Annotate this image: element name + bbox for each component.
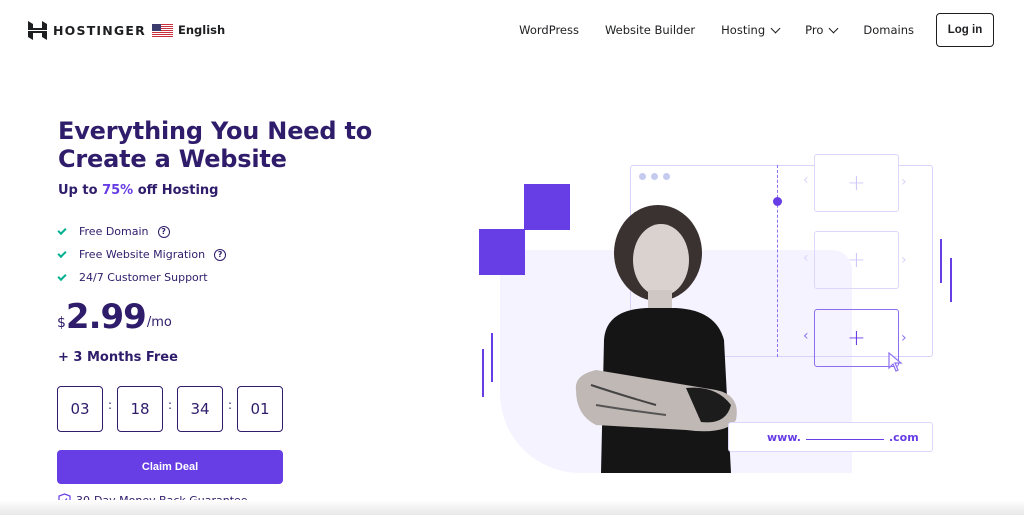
countdown-separator: : (227, 398, 233, 412)
decor-line (940, 239, 942, 283)
discount-percent: 75% (102, 183, 134, 198)
subtitle-suffix: off Hosting (133, 183, 219, 198)
help-icon[interactable]: ? (214, 248, 227, 261)
countdown-seconds: 01 (237, 386, 283, 432)
check-icon (57, 271, 67, 281)
main-nav: WordPress Website Builder Hosting Pro Do… (519, 13, 994, 47)
help-icon[interactable]: ? (157, 225, 170, 238)
url-prefix: www. (767, 430, 801, 444)
price: $ 2.99 /mo (57, 298, 172, 336)
feature-list: Free Domain ? Free Website Migration ? 2… (57, 220, 227, 289)
domain-search-mockup: www. .com (728, 422, 933, 452)
price-currency: $ (57, 315, 66, 331)
url-suffix: .com (888, 430, 919, 444)
hero-title: Everything You Need to Create a Website (58, 117, 372, 173)
claim-deal-button[interactable]: Claim Deal (57, 450, 283, 484)
login-button[interactable]: Log in (936, 13, 994, 47)
window-dot-icon (651, 173, 658, 180)
window-dot-icon (663, 173, 670, 180)
url-blank (805, 438, 884, 440)
layout-block-active: + (814, 309, 899, 367)
nav-hosting[interactable]: Hosting (721, 23, 781, 37)
nav-wordpress[interactable]: WordPress (519, 23, 579, 37)
decor-square (479, 229, 525, 275)
countdown-separator: : (167, 398, 173, 412)
countdown-timer: 03 : 18 : 34 : 01 (57, 386, 283, 432)
chevron-right-icon: › (901, 174, 907, 190)
subtitle-prefix: Up to (58, 183, 103, 198)
bonus-offer: + 3 Months Free (58, 350, 178, 365)
hostinger-logo-icon (28, 21, 47, 40)
language-label: English (178, 23, 226, 37)
chevron-left-icon: ‹ (803, 172, 809, 188)
plus-icon: + (847, 170, 866, 196)
price-amount: 2.99 (65, 297, 147, 337)
feature-item: Free Domain ? (57, 220, 226, 243)
chevron-down-icon (828, 23, 839, 33)
mouse-cursor-icon (888, 352, 903, 372)
layout-block: + (814, 231, 899, 289)
hero-illustration: + ‹ › + ‹ › + ‹ › www. .com (470, 150, 970, 490)
guide-pin (773, 197, 782, 206)
language-selector[interactable]: English (152, 23, 225, 37)
countdown-days: 03 (57, 386, 103, 432)
guide-line (777, 165, 778, 357)
decor-line (950, 258, 952, 302)
nav-label: WordPress (519, 23, 579, 37)
decor-line (491, 333, 493, 382)
chevron-right-icon: › (901, 252, 907, 268)
window-dot-icon (639, 173, 646, 180)
hero-title-line-1: Everything You Need to (58, 117, 373, 145)
feature-label: Free Website Migration (79, 248, 206, 261)
feature-item: 24/7 Customer Support (57, 266, 226, 289)
countdown-hours: 18 (117, 386, 163, 432)
hero-title-line-2: Create a Website (58, 145, 287, 173)
page-bottom-shadow (0, 500, 1024, 515)
brand-logo[interactable]: HOSTINGER (28, 21, 146, 40)
decor-square (524, 184, 570, 230)
feature-label: 24/7 Customer Support (79, 271, 208, 284)
plus-icon: + (847, 325, 866, 351)
feature-label: Free Domain (79, 225, 149, 238)
chevron-left-icon: ‹ (803, 250, 809, 266)
countdown-separator: : (107, 398, 113, 412)
countdown-minutes: 34 (177, 386, 223, 432)
check-icon (57, 225, 67, 235)
hero-subtitle: Up to 75% off Hosting (58, 183, 218, 198)
nav-website-builder[interactable]: Website Builder (605, 23, 695, 37)
brand-name: HOSTINGER (53, 23, 146, 38)
nav-label: Website Builder (604, 23, 696, 37)
us-flag-icon (152, 23, 173, 37)
site-header: HOSTINGER English WordPress Website Buil… (0, 0, 1024, 62)
nav-label: Domains (863, 23, 914, 37)
price-period: /mo (146, 315, 172, 330)
decor-line (482, 349, 484, 397)
plus-icon: + (847, 247, 866, 273)
nav-pro[interactable]: Pro (805, 23, 839, 37)
layout-block: + (814, 154, 899, 212)
nav-domains[interactable]: Domains (863, 23, 914, 37)
nav-label: Pro (805, 23, 824, 37)
chevron-left-icon: ‹ (803, 328, 809, 344)
feature-item: Free Website Migration ? (57, 243, 227, 266)
chevron-down-icon (770, 23, 781, 33)
check-icon (57, 248, 67, 258)
chevron-right-icon: › (901, 330, 907, 346)
nav-label: Hosting (721, 23, 766, 37)
